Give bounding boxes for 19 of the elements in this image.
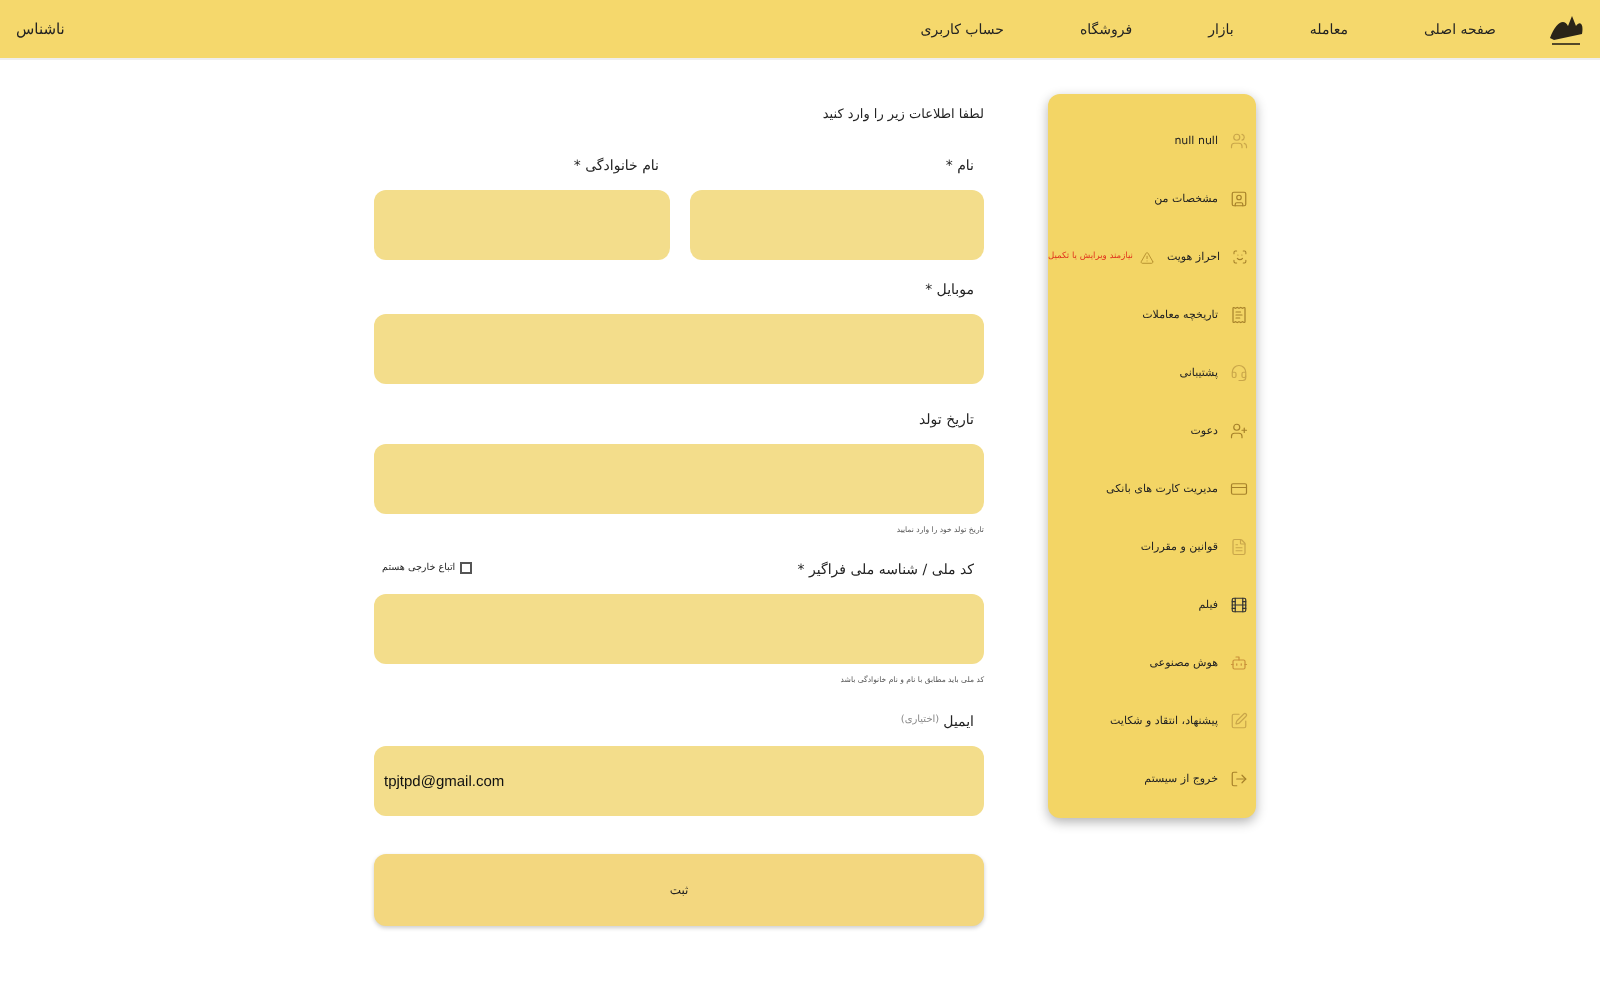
document-icon	[1230, 538, 1248, 556]
input-field[interactable]	[374, 314, 984, 384]
credit-card-icon	[1230, 480, 1248, 498]
logout-icon	[1230, 770, 1248, 788]
id-card-icon	[1230, 190, 1248, 208]
robot-icon	[1230, 654, 1248, 672]
pencil-square-icon	[1230, 712, 1248, 730]
receipt-icon	[1230, 306, 1248, 324]
input-field[interactable]	[374, 190, 669, 260]
checkbox[interactable]	[459, 562, 472, 574]
input-field[interactable]	[374, 444, 984, 514]
film-icon	[1230, 596, 1248, 614]
input-field[interactable]	[689, 190, 984, 260]
warning-icon	[1140, 249, 1155, 265]
input-field[interactable]	[374, 594, 984, 664]
headset-icon	[1230, 364, 1248, 382]
users-icon	[1230, 132, 1248, 150]
face-scan-icon	[1232, 248, 1248, 266]
user-plus-icon	[1230, 422, 1248, 440]
